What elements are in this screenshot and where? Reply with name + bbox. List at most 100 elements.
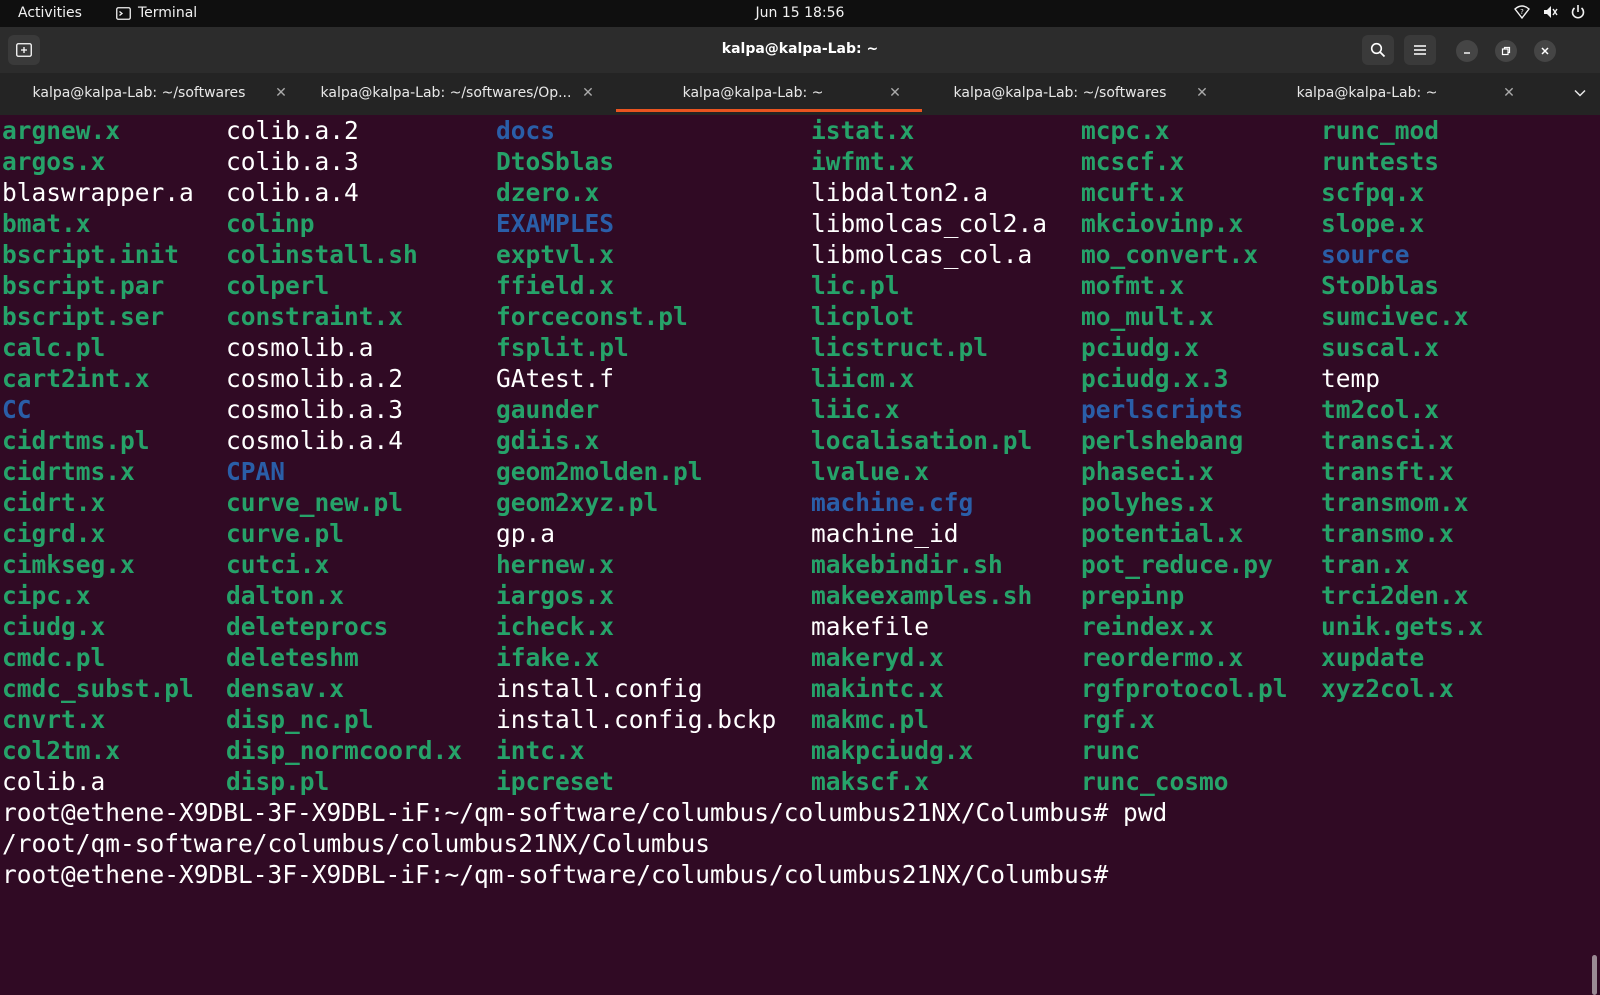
new-tab-button[interactable] [8, 35, 40, 65]
terminal-icon [116, 6, 131, 20]
file-entry: unik.gets.x [1321, 612, 1484, 641]
tab-1[interactable]: kalpa@kalpa-Lab: ~/softwares ✕ [0, 73, 310, 115]
file-entry: temp [1321, 364, 1381, 393]
tab-close-icon[interactable]: ✕ [1500, 83, 1518, 103]
file-entry: localisation.pl [811, 426, 1033, 455]
file-entry: geom2molden.pl [496, 457, 703, 486]
file-entry: makeryd.x [811, 643, 944, 672]
file-entry: tm2col.x [1321, 395, 1440, 424]
activities-button[interactable]: Activities [18, 5, 82, 21]
tab-overflow-button[interactable] [1570, 83, 1590, 103]
tab-close-icon[interactable]: ✕ [886, 83, 904, 103]
file-entry: disp.pl [226, 767, 330, 796]
file-entry: argnew.x [2, 116, 121, 145]
file-entry: cosmolib.a.4 [226, 426, 404, 455]
file-entry: bscript.par [2, 271, 165, 300]
restore-button[interactable] [1495, 40, 1517, 62]
file-entry: mcpc.x [1081, 116, 1170, 145]
file-entry: mofmt.x [1081, 271, 1185, 300]
ls-column-2: colib.a.2 colib.a.3 colib.a.4 colinp colinst… [226, 115, 462, 797]
file-entry: pot_reduce.py [1081, 550, 1273, 579]
file-entry: curve.pl [226, 519, 345, 548]
app-menu[interactable]: Terminal [116, 5, 197, 21]
file-entry: install.config [496, 674, 703, 703]
file-entry: transmo.x [1321, 519, 1454, 548]
terminal-content[interactable]: argnew.x argos.x blaswrapper.a bmat.x bscrip… [0, 115, 1600, 995]
file-entry: mcscf.x [1081, 147, 1185, 176]
tab-bar: kalpa@kalpa-Lab: ~/softwares ✕ kalpa@kal… [0, 73, 1600, 115]
file-entry: sumcivec.x [1321, 302, 1469, 331]
file-entry: ipcreset [496, 767, 615, 796]
svg-text:?: ? [1520, 8, 1524, 16]
file-entry: cnvrt.x [2, 705, 106, 734]
file-entry: deleteprocs [226, 612, 389, 641]
file-entry: rgf.x [1081, 705, 1155, 734]
file-entry: iwfmt.x [811, 147, 915, 176]
file-entry: gaunder [496, 395, 600, 424]
tab-close-icon[interactable]: ✕ [579, 83, 597, 103]
directory-entry: CC [2, 395, 32, 424]
search-button[interactable] [1362, 35, 1394, 65]
file-entry: liic.x [811, 395, 900, 424]
file-entry: lic.pl [811, 271, 900, 300]
system-top-bar: Activities Terminal Jun 15 18:56 ? [0, 0, 1600, 27]
new-tab-icon [16, 43, 32, 57]
tab-5[interactable]: kalpa@kalpa-Lab: ~ ✕ [1228, 73, 1538, 115]
tab-close-icon[interactable]: ✕ [272, 83, 290, 103]
file-entry: cipc.x [2, 581, 91, 610]
tab-4[interactable]: kalpa@kalpa-Lab: ~/softwares ✕ [921, 73, 1231, 115]
file-entry: cosmolib.a.3 [226, 395, 404, 424]
clock[interactable]: Jun 15 18:56 [756, 5, 845, 21]
tab-3-active[interactable]: kalpa@kalpa-Lab: ~ ✕ [614, 73, 924, 115]
file-entry: GAtest.f [496, 364, 615, 393]
ls-column-1: argnew.x argos.x blaswrapper.a bmat.x bscrip… [2, 115, 194, 797]
file-entry: densav.x [226, 674, 345, 703]
file-entry: runc [1081, 736, 1141, 765]
file-entry: colib.a.2 [226, 116, 359, 145]
search-icon [1370, 42, 1386, 58]
file-entry: constraint.x [226, 302, 404, 331]
file-entry: geom2xyz.pl [496, 488, 659, 517]
directory-entry: machine.cfg [811, 488, 974, 517]
file-entry: cmdc_subst.pl [2, 674, 194, 703]
tab-2[interactable]: kalpa@kalpa-Lab: ~/softwares/Op... ✕ [307, 73, 617, 115]
terminal-scrollbar[interactable] [1592, 955, 1597, 995]
main-menu-button[interactable] [1404, 35, 1436, 65]
minimize-button[interactable] [1456, 40, 1478, 62]
directory-entry: CPAN [226, 457, 286, 486]
file-entry: col2tm.x [2, 736, 121, 765]
file-entry: colperl [226, 271, 330, 300]
tab-label: kalpa@kalpa-Lab: ~ [1296, 85, 1438, 101]
file-entry: cidrtms.pl [2, 426, 150, 455]
tab-label: kalpa@kalpa-Lab: ~/softwares/Op... [320, 85, 572, 101]
file-entry: StoDblas [1321, 271, 1440, 300]
volume-muted-icon [1544, 6, 1558, 18]
tab-close-icon[interactable]: ✕ [1193, 83, 1211, 103]
file-entry: hernew.x [496, 550, 615, 579]
terminal-header-bar: kalpa@kalpa-Lab: ~ [0, 27, 1600, 73]
file-entry: prepinp [1081, 581, 1185, 610]
file-entry: cutci.x [226, 550, 330, 579]
file-entry: bscript.ser [2, 302, 165, 331]
directory-entry: perlscripts [1081, 395, 1244, 424]
file-entry: runtests [1321, 147, 1440, 176]
system-tray[interactable]: ? [1514, 4, 1586, 20]
file-entry: colinp [226, 209, 315, 238]
file-entry: iargos.x [496, 581, 615, 610]
command-prompt[interactable]: root@ethene-X9DBL-3F-X9DBL-iF:~/qm-softw… [2, 859, 1562, 890]
file-entry: polyhes.x [1081, 488, 1214, 517]
file-entry: colib.a.3 [226, 147, 359, 176]
directory-entry: docs [496, 116, 556, 145]
close-icon [1541, 47, 1549, 55]
file-entry: machine_id [811, 519, 959, 548]
file-entry: makintc.x [811, 674, 944, 703]
file-entry: potential.x [1081, 519, 1244, 548]
file-entry: ifake.x [496, 643, 600, 672]
file-entry: slope.x [1321, 209, 1425, 238]
tab-label: kalpa@kalpa-Lab: ~/softwares [32, 85, 246, 101]
file-entry: pciudg.x.3 [1081, 364, 1229, 393]
ls-column-4: istat.x iwfmt.x libdalton2.a libmolcas_col2… [811, 115, 1047, 797]
file-entry: mo_convert.x [1081, 240, 1259, 269]
file-entry: liicm.x [811, 364, 915, 393]
close-window-button[interactable] [1534, 40, 1556, 62]
